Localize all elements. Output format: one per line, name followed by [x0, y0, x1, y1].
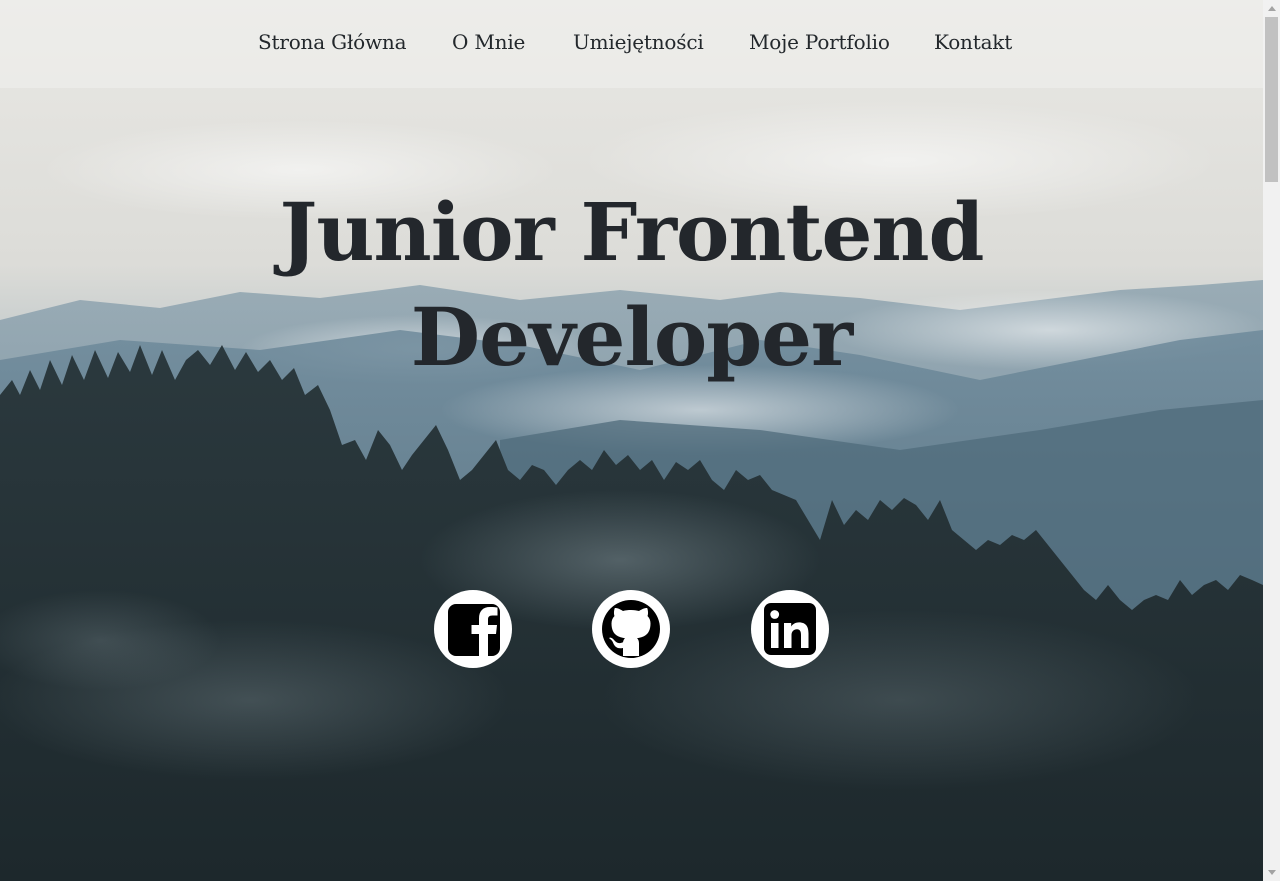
scroll-up-arrow-icon[interactable]	[1263, 0, 1280, 17]
scrollbar-thumb[interactable]	[1265, 17, 1278, 182]
page-scrollbar[interactable]	[1263, 0, 1280, 881]
scroll-down-arrow-icon[interactable]	[1263, 864, 1280, 881]
hero-title-line-1: Junior Frontend	[279, 185, 985, 279]
nav-link-about[interactable]: O Mnie	[452, 30, 525, 60]
nav-link-skills[interactable]: Umiejętności	[573, 30, 704, 60]
github-link[interactable]	[592, 590, 670, 668]
hero-title-line-2: Developer	[410, 290, 853, 384]
background-landscape-image	[0, 0, 1263, 881]
nav-link-portfolio[interactable]: Moje Portfolio	[749, 30, 890, 60]
nav-link-home[interactable]: Strona Główna	[258, 30, 407, 60]
linkedin-icon	[764, 603, 816, 655]
facebook-icon	[448, 604, 500, 656]
github-icon	[602, 600, 660, 658]
main-nav: Strona Główna O Mnie Umiejętności Moje P…	[0, 0, 1263, 88]
linkedin-link[interactable]	[751, 590, 829, 668]
nav-link-contact[interactable]: Kontakt	[934, 30, 1012, 60]
hero-title: Junior Frontend Developer	[0, 180, 1263, 390]
facebook-link[interactable]	[434, 590, 512, 668]
page: Strona Główna O Mnie Umiejętności Moje P…	[0, 0, 1263, 881]
